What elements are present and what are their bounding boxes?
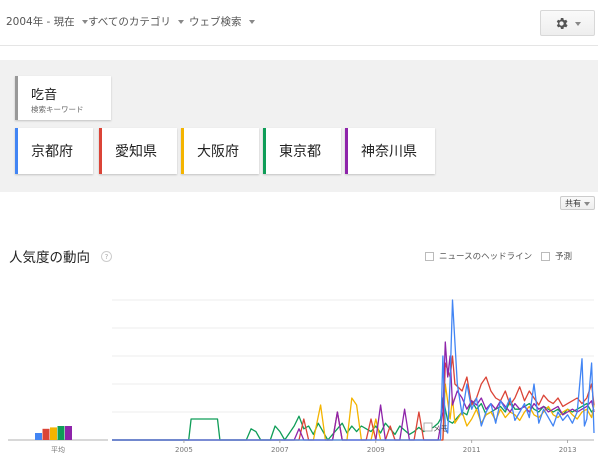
chevron-down-icon	[575, 21, 581, 26]
search-term-sublabel: 検索キーワード	[31, 105, 84, 114]
section-title: 人気度の動向	[9, 250, 90, 266]
x-axis-ticks: 2005 2007 2009 2011 2013	[175, 440, 577, 454]
average-bar	[57, 426, 65, 440]
period-filter[interactable]: 2004年 - 現在	[6, 14, 88, 29]
term-color-bar	[15, 128, 18, 174]
compare-term-label: 京都府	[31, 144, 73, 160]
term-color-bar	[263, 128, 266, 174]
x-tick-label: 2007	[271, 446, 289, 454]
x-tick-label: 2005	[175, 446, 193, 454]
memo-checkbox	[423, 422, 433, 432]
search-type-filter-label: ウェブ検索	[189, 16, 242, 28]
period-filter-label: 2004年 - 現在	[6, 16, 75, 28]
search-term-card[interactable]: 吃音 検索キーワード	[15, 76, 111, 120]
compare-term-label: 神奈川県	[361, 144, 417, 160]
filter-bar: 2004年 - 現在 すべてのカテゴリ ウェブ検索	[0, 0, 598, 46]
search-type-filter[interactable]: ウェブ検索	[189, 14, 255, 29]
search-term-label: 吃音	[31, 88, 58, 103]
x-tick-label: 2013	[559, 446, 577, 454]
average-label: 平均	[51, 445, 65, 454]
share-button-label: 共有	[565, 198, 581, 208]
memo-marker[interactable]: メモ	[423, 422, 448, 433]
term-color-bar	[181, 128, 184, 174]
category-filter[interactable]: すべてのカテゴリ	[88, 14, 184, 29]
average-bar	[35, 433, 42, 440]
news-headline-label: ニュースのヘッドライン	[439, 252, 533, 262]
compare-term-label: 愛知県	[115, 144, 157, 160]
average-bar	[50, 427, 57, 440]
forecast-checkbox[interactable]	[541, 251, 550, 261]
average-bar	[42, 428, 50, 440]
gear-icon	[556, 17, 568, 29]
series-line	[112, 397, 595, 441]
compare-card-aichi[interactable]: 愛知県	[99, 128, 177, 174]
chart-grid	[8, 299, 594, 441]
average-bars	[35, 426, 72, 440]
compare-term-label: 東京都	[279, 144, 321, 160]
category-filter-label: すべてのカテゴリ	[88, 16, 171, 28]
term-color-bar	[99, 128, 102, 174]
chevron-down-icon	[81, 20, 88, 24]
compare-card-tokyo[interactable]: 東京都	[263, 128, 341, 174]
series-line	[112, 299, 595, 441]
x-tick-label: 2009	[367, 446, 385, 454]
series-lines	[112, 299, 595, 441]
memo-label: メモ	[433, 424, 448, 433]
trend-chart: 2005 2007 2009 2011 2013 平均 メモ	[8, 299, 595, 454]
compare-card-kyoto[interactable]: 京都府	[15, 128, 93, 174]
chevron-down-icon	[177, 20, 184, 24]
term-color-bar	[345, 128, 348, 174]
term-panel: 吃音 検索キーワード 京都府 愛知県 大阪府 東京都 神奈川県	[0, 60, 598, 192]
chevron-down-icon	[584, 201, 590, 206]
compare-card-osaka[interactable]: 大阪府	[181, 128, 259, 174]
news-headline-toggle[interactable]: ニュースのヘッドライン	[425, 250, 532, 262]
news-headline-checkbox[interactable]	[425, 251, 434, 261]
forecast-label: 予測	[555, 252, 573, 262]
chevron-down-icon	[248, 20, 255, 24]
settings-button[interactable]	[540, 10, 595, 36]
x-tick-label: 2011	[463, 446, 481, 454]
average-bar	[65, 426, 72, 440]
help-icon[interactable]: ?	[101, 251, 112, 262]
compare-term-label: 大阪府	[197, 144, 239, 160]
term-color-bar	[15, 76, 18, 120]
forecast-toggle[interactable]: 予測	[541, 250, 572, 262]
compare-card-kanagawa[interactable]: 神奈川県	[345, 128, 435, 174]
share-button[interactable]: 共有	[560, 196, 595, 210]
